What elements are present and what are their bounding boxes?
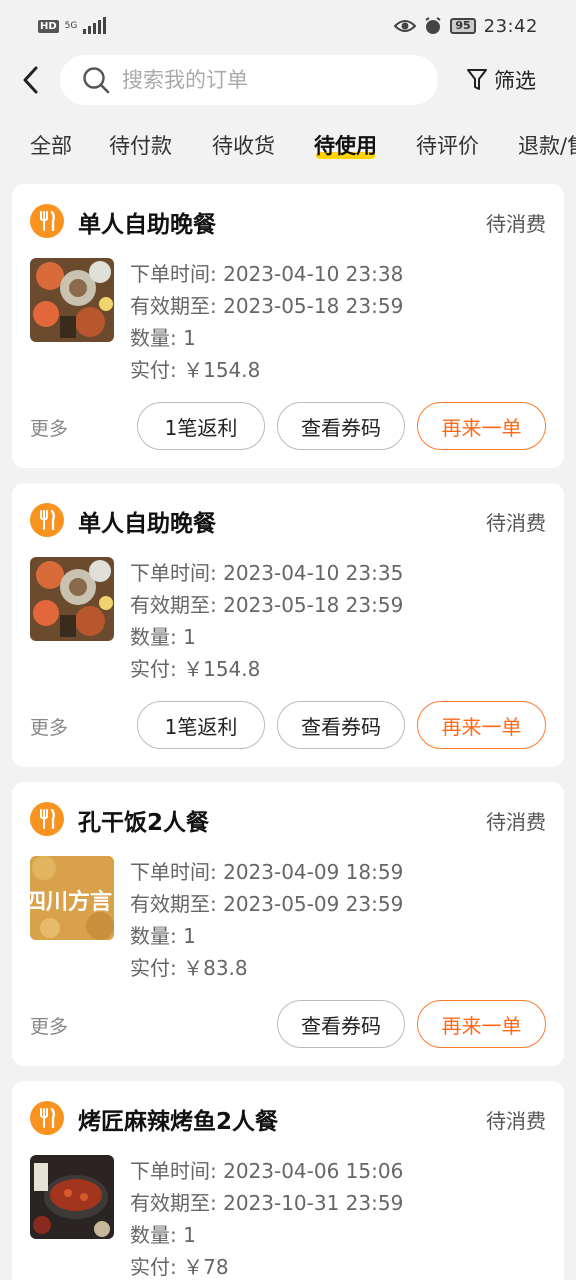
filter-icon [467,69,487,90]
valid-until: 有效期至: 2023-05-18 23:59 [130,294,404,318]
status-bar: HD 5G 95 23:42 [0,0,576,52]
search-icon [83,67,110,94]
restaurant-icon [30,204,64,238]
order-tabs: 全部 待付款 待收货 待使用 待评价 退款/售后 [0,116,576,176]
order-info: 下单时间: 2023-04-09 18:59 有效期至: 2023-05-09 … [130,856,403,984]
shop-name[interactable]: 烤匠麻辣烤鱼2人餐 [78,1102,278,1136]
order-status: 待消费 [486,810,546,834]
search-input[interactable] [122,68,402,92]
hd-icon: HD [38,19,59,33]
order-time: 下单时间: 2023-04-06 15:06 [130,1159,404,1183]
view-code-button[interactable]: 查看券码 [277,402,405,450]
quantity: 数量: 1 [130,625,196,649]
tab-pending-payment[interactable]: 待付款 [109,130,172,160]
restaurant-icon [30,802,64,836]
valid-until: 有效期至: 2023-10-31 23:59 [130,1191,404,1215]
food-thumbnail[interactable]: 四川方言 [30,856,114,940]
rebate-button[interactable]: 1笔返利 [137,402,265,450]
quantity: 数量: 1 [130,924,196,948]
filter-button[interactable]: 筛选 [466,65,536,95]
eye-icon [394,20,417,32]
signal-icon [83,17,107,34]
paid-amount: 实付: ￥154.8 [130,657,261,681]
order-time: 下单时间: 2023-04-10 23:38 [130,262,404,286]
shop-name[interactable]: 单人自助晚餐 [78,504,216,538]
valid-until: 有效期至: 2023-05-18 23:59 [130,593,404,617]
tab-pending-review[interactable]: 待评价 [416,130,479,160]
shop-name[interactable]: 孔干饭2人餐 [78,803,209,837]
back-button[interactable] [0,52,60,108]
thumbnail-text: 四川方言 [30,890,113,915]
status-left: HD 5G [38,17,107,34]
back-arrow-icon [23,66,38,94]
restaurant-icon [30,503,64,537]
view-code-button[interactable]: 查看券码 [277,1000,405,1048]
reorder-button[interactable]: 再来一单 [417,701,546,749]
paid-amount: 实付: ￥154.8 [130,358,261,382]
order-card[interactable]: 单人自助晚餐 待消费 下单时间: 2023-04-10 23:35 有效期至: … [12,483,564,767]
quantity: 数量: 1 [130,1223,196,1247]
shop-name[interactable]: 单人自助晚餐 [78,205,216,239]
order-info: 下单时间: 2023-04-10 23:35 有效期至: 2023-05-18 … [130,557,403,685]
network-label: 5G [64,20,78,31]
rebate-button[interactable]: 1笔返利 [137,701,265,749]
valid-until: 有效期至: 2023-05-09 23:59 [130,892,404,916]
tab-all[interactable]: 全部 [30,130,72,160]
restaurant-icon [30,1101,64,1135]
order-status: 待消费 [486,511,546,535]
reorder-button[interactable]: 再来一单 [417,1000,546,1048]
paid-amount: 实付: ￥78 [130,1255,229,1279]
reorder-button[interactable]: 再来一单 [417,402,546,450]
food-thumbnail[interactable] [30,1155,114,1239]
paid-amount: 实付: ￥83.8 [130,956,248,980]
order-status: 待消费 [486,1109,546,1133]
more-button[interactable]: 更多 [30,414,68,441]
food-thumbnail[interactable] [30,557,114,641]
more-button[interactable]: 更多 [30,1012,68,1039]
order-info: 下单时间: 2023-04-06 15:06 有效期至: 2023-10-31 … [130,1155,403,1280]
order-time: 下单时间: 2023-04-10 23:35 [130,561,404,585]
search-bar[interactable] [60,55,438,105]
battery-icon: 95 [450,18,476,34]
header: 筛选 [0,52,576,108]
tab-pending-use[interactable]: 待使用 [314,130,377,160]
alarm-icon [425,17,441,34]
food-thumbnail[interactable] [30,258,114,342]
filter-label: 筛选 [494,69,536,93]
order-card[interactable]: 单人自助晚餐 待消费 下单时间: 2023-04-10 23:38 有效期至: … [12,184,564,468]
view-code-button[interactable]: 查看券码 [277,701,405,749]
quantity: 数量: 1 [130,326,196,350]
tab-refund[interactable]: 退款/售后 [518,130,576,160]
order-info: 下单时间: 2023-04-10 23:38 有效期至: 2023-05-18 … [130,258,403,386]
order-card[interactable]: 烤匠麻辣烤鱼2人餐 待消费 下单时间: 2023-04-06 15:06 有效期… [12,1081,564,1280]
tab-pending-receipt[interactable]: 待收货 [212,130,275,160]
order-time: 下单时间: 2023-04-09 18:59 [130,860,404,884]
order-card[interactable]: 孔干饭2人餐 待消费 四川方言 下单时间: 2023-04-09 18:59 有… [12,782,564,1066]
status-right: 95 23:42 [394,16,538,37]
more-button[interactable]: 更多 [30,713,68,740]
clock: 23:42 [483,15,538,37]
order-status: 待消费 [486,212,546,236]
